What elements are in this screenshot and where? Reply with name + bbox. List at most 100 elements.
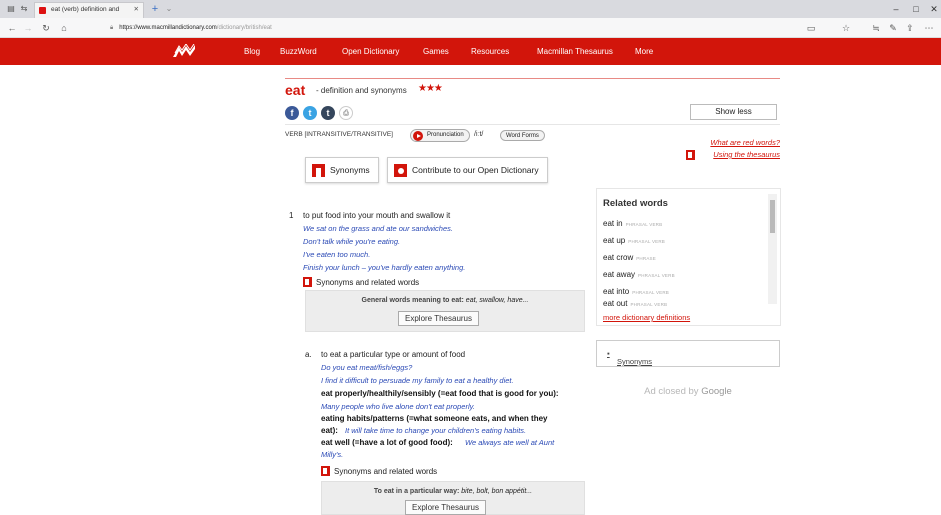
sense-letter: a. — [305, 350, 312, 359]
headword-subtitle: - definition and synonyms — [316, 86, 407, 95]
thesaurus-icon — [303, 277, 312, 287]
chevron-down-icon[interactable]: ⌄ — [162, 3, 176, 15]
more-menu-icon[interactable]: ⋯ — [923, 22, 935, 34]
example-sentence: We always ate well at Aunt — [465, 438, 555, 447]
nav-link-games[interactable]: Games — [423, 38, 449, 65]
explore-thesaurus-button[interactable]: Explore Thesaurus — [398, 311, 479, 326]
site-favicon-icon — [39, 7, 46, 14]
print-icon[interactable]: ⎙ — [339, 106, 353, 120]
pen-icon[interactable]: ✎ — [887, 22, 899, 34]
related-word[interactable]: eat crow phrase — [603, 253, 656, 262]
part-of-speech: VERB [INTRANSITIVE/TRANSITIVE] — [285, 131, 393, 138]
nav-link-thesaurus[interactable]: Macmillan Thesaurus — [537, 38, 613, 65]
example-sentence: Milly's. — [321, 450, 344, 459]
frequency-stars: ★★★ — [418, 83, 443, 94]
divider — [285, 124, 780, 125]
headword: eat — [285, 82, 306, 98]
lock-icon: 🔒︎ — [110, 25, 114, 31]
example-sentence: I find it difficult to persuade my famil… — [321, 376, 514, 385]
divider — [285, 78, 780, 79]
synonyms-related-toggle[interactable]: Synonyms and related words — [321, 466, 438, 476]
reading-view-icon[interactable]: ▭ — [805, 22, 817, 34]
sense-number: 1 — [289, 211, 294, 220]
example-sentence: Finish your lunch – you've hardly eaten … — [303, 263, 466, 272]
ipa-transcription: /iːt/ — [474, 131, 484, 138]
synonyms-toggle[interactable]: ▪ Synonyms — [607, 349, 652, 366]
example-sentence: It will take time to change your childre… — [345, 426, 527, 435]
thesaurus-label: To eat in a particular way: — [373, 488, 460, 495]
sense-definition: to eat a particular type or amount of fo… — [321, 350, 466, 359]
phrase: eating habits/patterns (=what someone ea… — [321, 414, 548, 423]
tumblr-icon[interactable]: t — [321, 106, 335, 120]
related-word[interactable]: eat up phrasal verb — [603, 236, 665, 245]
synonyms-button-label: Synonyms — [330, 165, 370, 175]
new-tab-button[interactable]: + — [148, 3, 162, 15]
url-path: /dictionary/british/eat — [216, 25, 272, 31]
example-sentence: Many people who live alone don't eat pro… — [321, 402, 475, 411]
using-thesaurus-link[interactable]: Using the thesaurus — [713, 150, 780, 159]
explore-thesaurus-button[interactable]: Explore Thesaurus — [405, 500, 486, 515]
refresh-icon[interactable]: ↻ — [40, 22, 52, 34]
maximize-icon[interactable]: □ — [908, 2, 924, 16]
back-arrow-icon[interactable]: ← — [6, 22, 18, 34]
example-sentence: We sat on the grass and ate our sandwich… — [303, 224, 453, 233]
site-navigation: Blog BuzzWord Open Dictionary Games Reso… — [0, 38, 941, 65]
related-word[interactable]: eat in phrasal verb — [603, 219, 662, 228]
tab-back-icon[interactable]: ⇆ — [19, 4, 29, 14]
contribute-button-label: Contribute to our Open Dictionary — [412, 165, 539, 175]
synonyms-related-label: Synonyms and related words — [334, 467, 438, 476]
related-word[interactable]: eat into phrasal verb — [603, 287, 669, 296]
nav-link-open-dictionary[interactable]: Open Dictionary — [342, 38, 399, 65]
favorite-star-icon[interactable]: ☆ — [840, 22, 852, 34]
nav-link-blog[interactable]: Blog — [244, 38, 260, 65]
nav-link-buzzword[interactable]: BuzzWord — [280, 38, 317, 65]
tab-title: eat (verb) definition and — [51, 6, 120, 13]
macmillan-logo[interactable] — [173, 44, 195, 59]
phrase: eat): — [321, 426, 338, 435]
share-icon[interactable]: ⇪ — [904, 22, 916, 34]
browser-tab[interactable]: eat (verb) definition and ✕ — [34, 2, 144, 18]
close-tab-icon[interactable]: ✕ — [134, 3, 139, 17]
tab-preview-icon[interactable]: ▤ — [6, 4, 16, 14]
synonyms-panel[interactable]: ▪ Synonyms — [596, 340, 780, 367]
pronunciation-label: Pronunciation — [427, 132, 464, 138]
forward-arrow-icon[interactable]: → — [22, 22, 34, 34]
thesaurus-line: To eat in a particular way: bite, bolt, … — [322, 488, 584, 495]
phrase: eat well (=have a lot of good food): — [321, 438, 453, 447]
thesaurus-icon — [321, 466, 330, 476]
thesaurus-words[interactable]: eat, swallow, have... — [466, 297, 529, 304]
example-sentence: Do you eat meat/fish/eggs? — [321, 363, 413, 372]
related-words-heading: Related words — [603, 198, 668, 209]
show-less-button[interactable]: Show less — [690, 104, 777, 120]
related-words-panel: Related words eat in phrasal verb eat up p… — [596, 188, 781, 326]
browser-tab-bar: ▤ ⇆ eat (verb) definition and ✕ + ⌄ – □ … — [0, 0, 941, 18]
thesaurus-words[interactable]: bite, bolt, bon appétit... — [461, 488, 532, 495]
word-forms-button[interactable]: Word Forms — [500, 130, 545, 141]
phrase: eat properly/healthily/sensibly (=eat fo… — [321, 389, 559, 398]
url-field[interactable]: 🔒︎ https://www.macmillandictionary.com/di… — [110, 22, 272, 34]
address-bar: ← → ↻ ⌂ 🔒︎ https://www.macmillandictionar… — [0, 18, 941, 38]
home-icon[interactable]: ⌂ — [58, 22, 70, 34]
twitter-icon[interactable]: t — [303, 106, 317, 120]
more-definitions-link[interactable]: more dictionary definitions — [603, 313, 690, 322]
facebook-icon[interactable]: f — [285, 106, 299, 120]
sense-definition: to put food into your mouth and swallow … — [303, 211, 451, 220]
thesaurus-label: General words meaning to eat: — [361, 297, 464, 304]
contribute-button[interactable]: Contribute to our Open Dictionary — [387, 157, 548, 183]
play-icon — [413, 131, 423, 141]
scrollbar-thumb[interactable] — [770, 200, 775, 233]
thesaurus-icon — [686, 150, 695, 160]
nav-link-resources[interactable]: Resources — [471, 38, 509, 65]
favorites-hub-icon[interactable]: ≒ — [870, 22, 882, 34]
pronunciation-button[interactable]: Pronunciation — [410, 129, 470, 142]
thesaurus-line: General words meaning to eat: eat, swall… — [306, 297, 584, 304]
example-sentence: Don't talk while you're eating. — [303, 237, 401, 246]
synonyms-button[interactable]: Synonyms — [305, 157, 379, 183]
nav-link-more[interactable]: More — [635, 38, 653, 65]
synonyms-related-toggle[interactable]: Synonyms and related words — [303, 277, 419, 287]
related-word[interactable]: eat away phrasal verb — [603, 270, 675, 279]
related-word[interactable]: eat out phrasal verb — [603, 299, 667, 308]
red-words-link[interactable]: What are red words? — [710, 138, 780, 147]
close-window-icon[interactable]: ✕ — [926, 2, 941, 16]
minimize-icon[interactable]: – — [888, 2, 904, 16]
